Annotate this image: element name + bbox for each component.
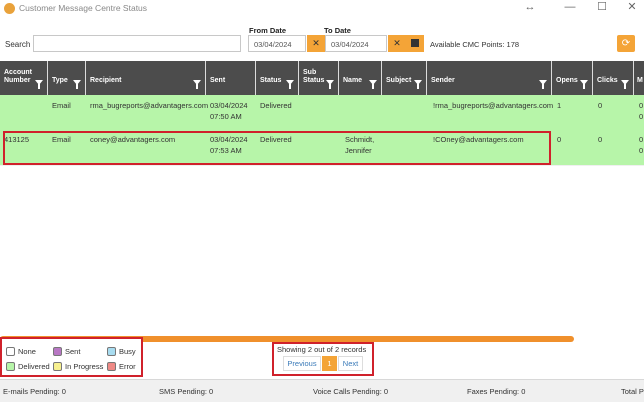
cell-more: 0 0: [639, 135, 644, 155]
filter-icon[interactable]: [326, 80, 334, 89]
records-count: Showing 2 out of 2 records: [277, 345, 367, 354]
cell-clicks: 0: [598, 135, 603, 144]
column-header-substatus[interactable]: Sub Status: [299, 61, 339, 95]
cell-clicks: 0: [598, 101, 603, 110]
status-legend: None Sent Busy Delivered In Progress Err…: [0, 337, 143, 377]
cell-opens: 0: [557, 135, 562, 144]
total-pending: Total P: [621, 387, 644, 396]
legend-swatch-busy: [107, 347, 116, 356]
column-label: Sent: [210, 77, 226, 84]
column-header-type[interactable]: Type: [48, 61, 86, 95]
cell-more: 0 0: [639, 101, 644, 121]
column-label: Subject: [386, 77, 412, 84]
column-header-status[interactable]: Status: [256, 61, 299, 95]
cell-opens: 1: [557, 101, 562, 110]
column-header-name[interactable]: Name: [339, 61, 382, 95]
from-date-label: From Date: [249, 26, 287, 35]
maximize-button[interactable]: ☐: [592, 1, 612, 14]
refresh-icon: ⟳: [621, 38, 631, 49]
legend-label-error: Error: [119, 362, 136, 371]
filter-icon[interactable]: [621, 80, 629, 89]
filter-icon[interactable]: [73, 80, 81, 89]
filter-icon[interactable]: [539, 80, 547, 89]
cell-recipient: rma_bugreports@advantagers.com: [90, 101, 209, 110]
resize-icon[interactable]: ↔: [520, 1, 540, 14]
refresh-button[interactable]: ⟳: [617, 35, 635, 52]
cell-type: Email: [52, 101, 71, 110]
calendar-button[interactable]: [406, 35, 424, 52]
filter-icon[interactable]: [286, 80, 294, 89]
legend-label-sent: Sent: [65, 347, 81, 356]
legend-label-delivered: Delivered: [18, 362, 50, 371]
table-header: Account Number Type Recipient Sent Statu…: [0, 61, 644, 95]
search-input[interactable]: [33, 35, 241, 52]
next-page-button[interactable]: Next: [338, 356, 363, 371]
column-label: Sender: [431, 77, 455, 84]
column-label: Type: [52, 77, 68, 84]
filter-icon[interactable]: [414, 80, 422, 89]
legend-swatch-sent: [53, 347, 62, 356]
close-button[interactable]: ✕: [622, 1, 642, 14]
emails-pending: E-mails Pending: 0: [3, 387, 66, 396]
cell-status: Delivered: [260, 101, 292, 110]
table-row[interactable]: Email rma_bugreports@advantagers.com 03/…: [0, 95, 644, 132]
column-label: Status: [260, 77, 282, 84]
column-label: Recipient: [90, 77, 122, 84]
from-date-input[interactable]: 03/04/2024: [248, 35, 306, 52]
column-header-subject[interactable]: Subject: [382, 61, 427, 95]
legend-swatch-none: [6, 347, 15, 356]
pagination: Showing 2 out of 2 records Previous 1 Ne…: [272, 342, 374, 376]
sms-pending: SMS Pending: 0: [159, 387, 214, 396]
calendar-icon: [411, 39, 419, 47]
cell-sent: 03/04/2024 07:50 AM: [210, 101, 248, 121]
legend-label-in-progress: In Progress: [65, 362, 104, 371]
search-label: Search: [5, 40, 31, 49]
column-header-recipient[interactable]: Recipient: [86, 61, 206, 95]
column-header-more[interactable]: M: [634, 61, 644, 95]
column-header-clicks[interactable]: Clicks: [593, 61, 634, 95]
filter-icon[interactable]: [35, 80, 43, 89]
column-label: Account Number: [4, 69, 32, 84]
clear-to-date-button[interactable]: ✕: [388, 35, 406, 52]
column-header-account[interactable]: Account Number: [0, 61, 48, 95]
title-bar: Customer Message Centre Status ↔ — ☐ ✕: [0, 0, 644, 16]
column-label: Sub Status: [303, 69, 325, 84]
faxes-pending: Faxes Pending: 0: [467, 387, 526, 396]
column-header-sender[interactable]: Sender: [427, 61, 552, 95]
clear-from-date-button[interactable]: ✕: [307, 35, 325, 52]
cmc-points: Available CMC Points: 178: [430, 40, 520, 49]
filter-icon[interactable]: [193, 80, 201, 89]
minimize-button[interactable]: —: [560, 1, 580, 14]
column-label: Opens: [556, 77, 578, 84]
app-icon: [4, 3, 15, 14]
voice-calls-pending: Voice Calls Pending: 0: [313, 387, 389, 396]
column-header-sent[interactable]: Sent: [206, 61, 256, 95]
status-bar: E-mails Pending: 0 SMS Pending: 0 Voice …: [0, 379, 644, 402]
column-label: Name: [343, 77, 363, 84]
column-label: Clicks: [597, 77, 618, 84]
legend-swatch-delivered: [6, 362, 15, 371]
to-date-label: To Date: [324, 26, 351, 35]
legend-swatch-in-progress: [53, 362, 62, 371]
to-date-input[interactable]: 03/04/2024: [325, 35, 387, 52]
previous-page-button[interactable]: Previous: [283, 356, 321, 371]
row-highlight-box: [3, 131, 551, 165]
current-page-button[interactable]: 1: [322, 356, 337, 371]
legend-swatch-error: [107, 362, 116, 371]
column-label: M: [637, 77, 643, 84]
legend-label-none: None: [18, 347, 36, 356]
filter-icon[interactable]: [369, 80, 377, 89]
window-title: Customer Message Centre Status: [19, 3, 148, 13]
legend-label-busy: Busy: [119, 347, 136, 356]
cell-sender: !rma_bugreports@advantagers.com: [433, 101, 554, 110]
filter-icon[interactable]: [580, 80, 588, 89]
column-header-opens[interactable]: Opens: [552, 61, 593, 95]
